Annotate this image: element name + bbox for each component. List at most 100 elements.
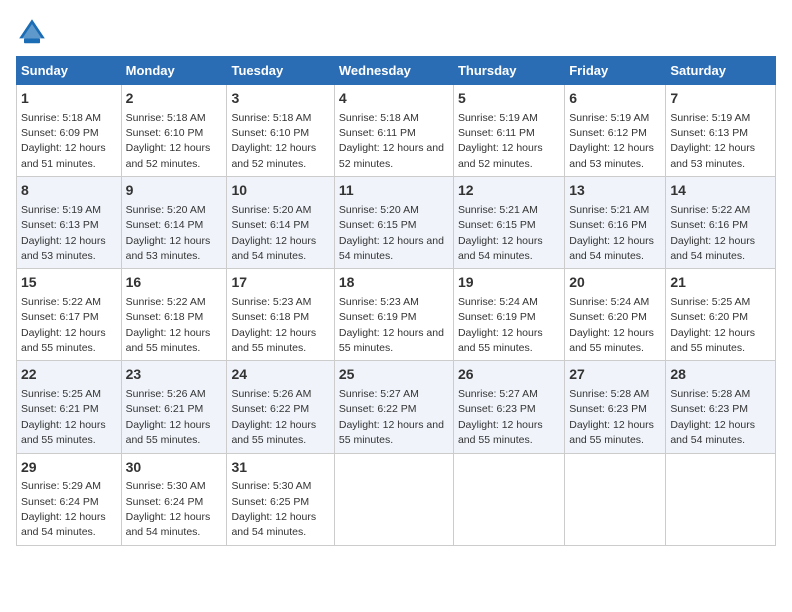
day-number: 28 xyxy=(670,365,771,385)
day-number: 31 xyxy=(231,458,329,478)
day-content: Sunrise: 5:26 AMSunset: 6:22 PMDaylight:… xyxy=(231,388,316,446)
day-number: 5 xyxy=(458,89,560,109)
day-cell: 29 Sunrise: 5:29 AMSunset: 6:24 PMDaylig… xyxy=(17,453,122,545)
day-cell: 12 Sunrise: 5:21 AMSunset: 6:15 PMDaylig… xyxy=(453,177,564,269)
day-cell: 26 Sunrise: 5:27 AMSunset: 6:23 PMDaylig… xyxy=(453,361,564,453)
day-number: 12 xyxy=(458,181,560,201)
day-content: Sunrise: 5:27 AMSunset: 6:23 PMDaylight:… xyxy=(458,388,543,446)
week-row-4: 22 Sunrise: 5:25 AMSunset: 6:21 PMDaylig… xyxy=(17,361,776,453)
day-content: Sunrise: 5:20 AMSunset: 6:14 PMDaylight:… xyxy=(126,204,211,262)
calendar-table: SundayMondayTuesdayWednesdayThursdayFrid… xyxy=(16,56,776,546)
day-content: Sunrise: 5:18 AMSunset: 6:09 PMDaylight:… xyxy=(21,112,106,170)
day-content: Sunrise: 5:23 AMSunset: 6:19 PMDaylight:… xyxy=(339,296,444,354)
day-cell: 24 Sunrise: 5:26 AMSunset: 6:22 PMDaylig… xyxy=(227,361,334,453)
day-number: 16 xyxy=(126,273,223,293)
day-content: Sunrise: 5:26 AMSunset: 6:21 PMDaylight:… xyxy=(126,388,211,446)
day-cell: 4 Sunrise: 5:18 AMSunset: 6:11 PMDayligh… xyxy=(334,85,453,177)
day-number: 26 xyxy=(458,365,560,385)
day-cell: 2 Sunrise: 5:18 AMSunset: 6:10 PMDayligh… xyxy=(121,85,227,177)
day-content: Sunrise: 5:20 AMSunset: 6:15 PMDaylight:… xyxy=(339,204,444,262)
day-content: Sunrise: 5:19 AMSunset: 6:13 PMDaylight:… xyxy=(670,112,755,170)
day-number: 21 xyxy=(670,273,771,293)
day-cell: 23 Sunrise: 5:26 AMSunset: 6:21 PMDaylig… xyxy=(121,361,227,453)
day-cell xyxy=(666,453,776,545)
day-cell: 8 Sunrise: 5:19 AMSunset: 6:13 PMDayligh… xyxy=(17,177,122,269)
day-number: 3 xyxy=(231,89,329,109)
day-number: 6 xyxy=(569,89,661,109)
day-cell: 27 Sunrise: 5:28 AMSunset: 6:23 PMDaylig… xyxy=(565,361,666,453)
day-number: 25 xyxy=(339,365,449,385)
day-number: 7 xyxy=(670,89,771,109)
day-cell: 17 Sunrise: 5:23 AMSunset: 6:18 PMDaylig… xyxy=(227,269,334,361)
day-content: Sunrise: 5:21 AMSunset: 6:15 PMDaylight:… xyxy=(458,204,543,262)
day-number: 19 xyxy=(458,273,560,293)
day-content: Sunrise: 5:28 AMSunset: 6:23 PMDaylight:… xyxy=(670,388,755,446)
day-content: Sunrise: 5:20 AMSunset: 6:14 PMDaylight:… xyxy=(231,204,316,262)
col-header-wednesday: Wednesday xyxy=(334,57,453,85)
day-cell: 14 Sunrise: 5:22 AMSunset: 6:16 PMDaylig… xyxy=(666,177,776,269)
day-number: 22 xyxy=(21,365,117,385)
day-content: Sunrise: 5:24 AMSunset: 6:19 PMDaylight:… xyxy=(458,296,543,354)
header-row: SundayMondayTuesdayWednesdayThursdayFrid… xyxy=(17,57,776,85)
day-content: Sunrise: 5:30 AMSunset: 6:25 PMDaylight:… xyxy=(231,480,316,538)
day-content: Sunrise: 5:24 AMSunset: 6:20 PMDaylight:… xyxy=(569,296,654,354)
week-row-3: 15 Sunrise: 5:22 AMSunset: 6:17 PMDaylig… xyxy=(17,269,776,361)
day-content: Sunrise: 5:30 AMSunset: 6:24 PMDaylight:… xyxy=(126,480,211,538)
day-content: Sunrise: 5:22 AMSunset: 6:16 PMDaylight:… xyxy=(670,204,755,262)
day-content: Sunrise: 5:18 AMSunset: 6:10 PMDaylight:… xyxy=(231,112,316,170)
day-content: Sunrise: 5:18 AMSunset: 6:10 PMDaylight:… xyxy=(126,112,211,170)
day-number: 17 xyxy=(231,273,329,293)
day-number: 4 xyxy=(339,89,449,109)
day-cell: 7 Sunrise: 5:19 AMSunset: 6:13 PMDayligh… xyxy=(666,85,776,177)
day-cell: 13 Sunrise: 5:21 AMSunset: 6:16 PMDaylig… xyxy=(565,177,666,269)
day-cell: 15 Sunrise: 5:22 AMSunset: 6:17 PMDaylig… xyxy=(17,269,122,361)
day-number: 11 xyxy=(339,181,449,201)
day-cell: 19 Sunrise: 5:24 AMSunset: 6:19 PMDaylig… xyxy=(453,269,564,361)
day-number: 9 xyxy=(126,181,223,201)
day-cell: 5 Sunrise: 5:19 AMSunset: 6:11 PMDayligh… xyxy=(453,85,564,177)
col-header-tuesday: Tuesday xyxy=(227,57,334,85)
day-content: Sunrise: 5:29 AMSunset: 6:24 PMDaylight:… xyxy=(21,480,106,538)
day-number: 27 xyxy=(569,365,661,385)
day-cell xyxy=(565,453,666,545)
day-number: 2 xyxy=(126,89,223,109)
day-cell: 6 Sunrise: 5:19 AMSunset: 6:12 PMDayligh… xyxy=(565,85,666,177)
day-cell: 16 Sunrise: 5:22 AMSunset: 6:18 PMDaylig… xyxy=(121,269,227,361)
day-cell: 20 Sunrise: 5:24 AMSunset: 6:20 PMDaylig… xyxy=(565,269,666,361)
col-header-sunday: Sunday xyxy=(17,57,122,85)
day-cell xyxy=(334,453,453,545)
day-content: Sunrise: 5:22 AMSunset: 6:17 PMDaylight:… xyxy=(21,296,106,354)
day-number: 8 xyxy=(21,181,117,201)
page-header xyxy=(16,16,776,48)
logo-icon xyxy=(16,16,48,48)
day-cell: 10 Sunrise: 5:20 AMSunset: 6:14 PMDaylig… xyxy=(227,177,334,269)
day-cell xyxy=(453,453,564,545)
day-cell: 3 Sunrise: 5:18 AMSunset: 6:10 PMDayligh… xyxy=(227,85,334,177)
day-cell: 18 Sunrise: 5:23 AMSunset: 6:19 PMDaylig… xyxy=(334,269,453,361)
day-number: 20 xyxy=(569,273,661,293)
day-cell: 9 Sunrise: 5:20 AMSunset: 6:14 PMDayligh… xyxy=(121,177,227,269)
day-content: Sunrise: 5:19 AMSunset: 6:13 PMDaylight:… xyxy=(21,204,106,262)
day-number: 23 xyxy=(126,365,223,385)
day-content: Sunrise: 5:27 AMSunset: 6:22 PMDaylight:… xyxy=(339,388,444,446)
week-row-5: 29 Sunrise: 5:29 AMSunset: 6:24 PMDaylig… xyxy=(17,453,776,545)
day-number: 18 xyxy=(339,273,449,293)
day-content: Sunrise: 5:28 AMSunset: 6:23 PMDaylight:… xyxy=(569,388,654,446)
day-cell: 22 Sunrise: 5:25 AMSunset: 6:21 PMDaylig… xyxy=(17,361,122,453)
day-content: Sunrise: 5:22 AMSunset: 6:18 PMDaylight:… xyxy=(126,296,211,354)
day-number: 10 xyxy=(231,181,329,201)
col-header-saturday: Saturday xyxy=(666,57,776,85)
day-number: 1 xyxy=(21,89,117,109)
week-row-1: 1 Sunrise: 5:18 AMSunset: 6:09 PMDayligh… xyxy=(17,85,776,177)
week-row-2: 8 Sunrise: 5:19 AMSunset: 6:13 PMDayligh… xyxy=(17,177,776,269)
day-number: 15 xyxy=(21,273,117,293)
day-content: Sunrise: 5:23 AMSunset: 6:18 PMDaylight:… xyxy=(231,296,316,354)
day-number: 13 xyxy=(569,181,661,201)
col-header-friday: Friday xyxy=(565,57,666,85)
day-cell: 21 Sunrise: 5:25 AMSunset: 6:20 PMDaylig… xyxy=(666,269,776,361)
col-header-thursday: Thursday xyxy=(453,57,564,85)
day-content: Sunrise: 5:19 AMSunset: 6:11 PMDaylight:… xyxy=(458,112,543,170)
day-number: 30 xyxy=(126,458,223,478)
col-header-monday: Monday xyxy=(121,57,227,85)
day-cell: 30 Sunrise: 5:30 AMSunset: 6:24 PMDaylig… xyxy=(121,453,227,545)
